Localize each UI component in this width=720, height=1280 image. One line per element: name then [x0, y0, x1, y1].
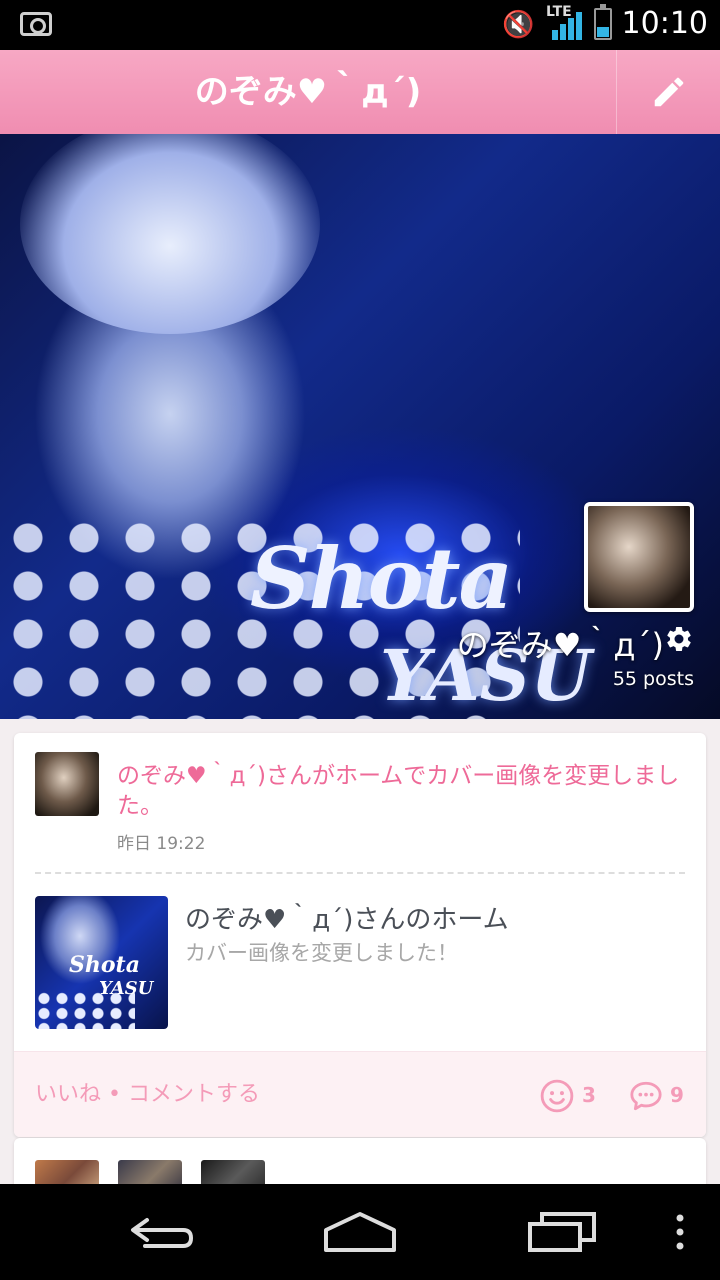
home-icon	[324, 1212, 396, 1252]
cover-photo-figure	[20, 134, 320, 334]
card-footer: いいね • コメントする 3 9	[14, 1051, 706, 1137]
like-comment-link[interactable]: いいね • コメントする	[35, 1052, 260, 1137]
edit-button[interactable]	[617, 50, 720, 134]
smile-icon[interactable]	[540, 1079, 574, 1113]
cover-overlay-text-1: Shota	[250, 529, 513, 628]
system-nav-bar	[0, 1184, 720, 1280]
posts-count[interactable]: 55 posts	[613, 668, 694, 690]
comment-count: 9	[670, 1083, 684, 1107]
post-subtitle: カバー画像を変更しました！	[185, 941, 458, 965]
gear-icon[interactable]	[664, 624, 694, 654]
activity-text[interactable]: のぞみ♥｀дˊ)さんがホームでカバー画像を変更しました。	[117, 761, 689, 821]
camera-notification-icon	[20, 12, 52, 36]
home-button[interactable]	[320, 1202, 400, 1262]
back-button[interactable]	[120, 1202, 200, 1262]
profile-avatar[interactable]	[584, 502, 694, 612]
card-divider	[35, 872, 685, 874]
cover-image[interactable]: Shota YASU のぞみ♥｀дˊ) 55 posts	[0, 134, 720, 719]
comment-icon[interactable]	[628, 1079, 664, 1113]
thumbnail-text-2: YASU	[99, 978, 154, 999]
signal-icon	[552, 10, 584, 40]
activity-avatar[interactable]	[35, 752, 99, 816]
pencil-icon	[654, 77, 683, 107]
mute-icon: 🔇	[502, 10, 535, 40]
feed-card: のぞみ♥｀дˊ)さんがホームでカバー画像を変更しました。 昨日 19:22 Sh…	[14, 733, 706, 1137]
battery-icon	[594, 4, 612, 40]
clock: 10:10	[621, 6, 708, 41]
back-icon	[131, 1218, 193, 1248]
status-bar: 🔇 LTE 10:10	[0, 0, 720, 50]
recents-icon	[528, 1212, 596, 1252]
smile-count: 3	[582, 1083, 596, 1107]
recents-button[interactable]	[522, 1202, 602, 1262]
menu-button[interactable]	[640, 1202, 720, 1262]
activity-timestamp: 昨日 19:22	[117, 834, 206, 854]
page-title: のぞみ♥｀дˊ)	[194, 72, 422, 112]
action-bar: のぞみ♥｀дˊ)	[0, 50, 720, 134]
post-title[interactable]: のぞみ♥｀дˊ)さんのホーム	[185, 899, 509, 936]
thumbnail-text-1: Shota	[69, 952, 140, 978]
overflow-menu-icon	[676, 1214, 684, 1250]
post-thumbnail[interactable]: Shota YASU	[35, 896, 168, 1029]
profile-name[interactable]: のぞみ♥｀дˊ)	[457, 620, 664, 666]
